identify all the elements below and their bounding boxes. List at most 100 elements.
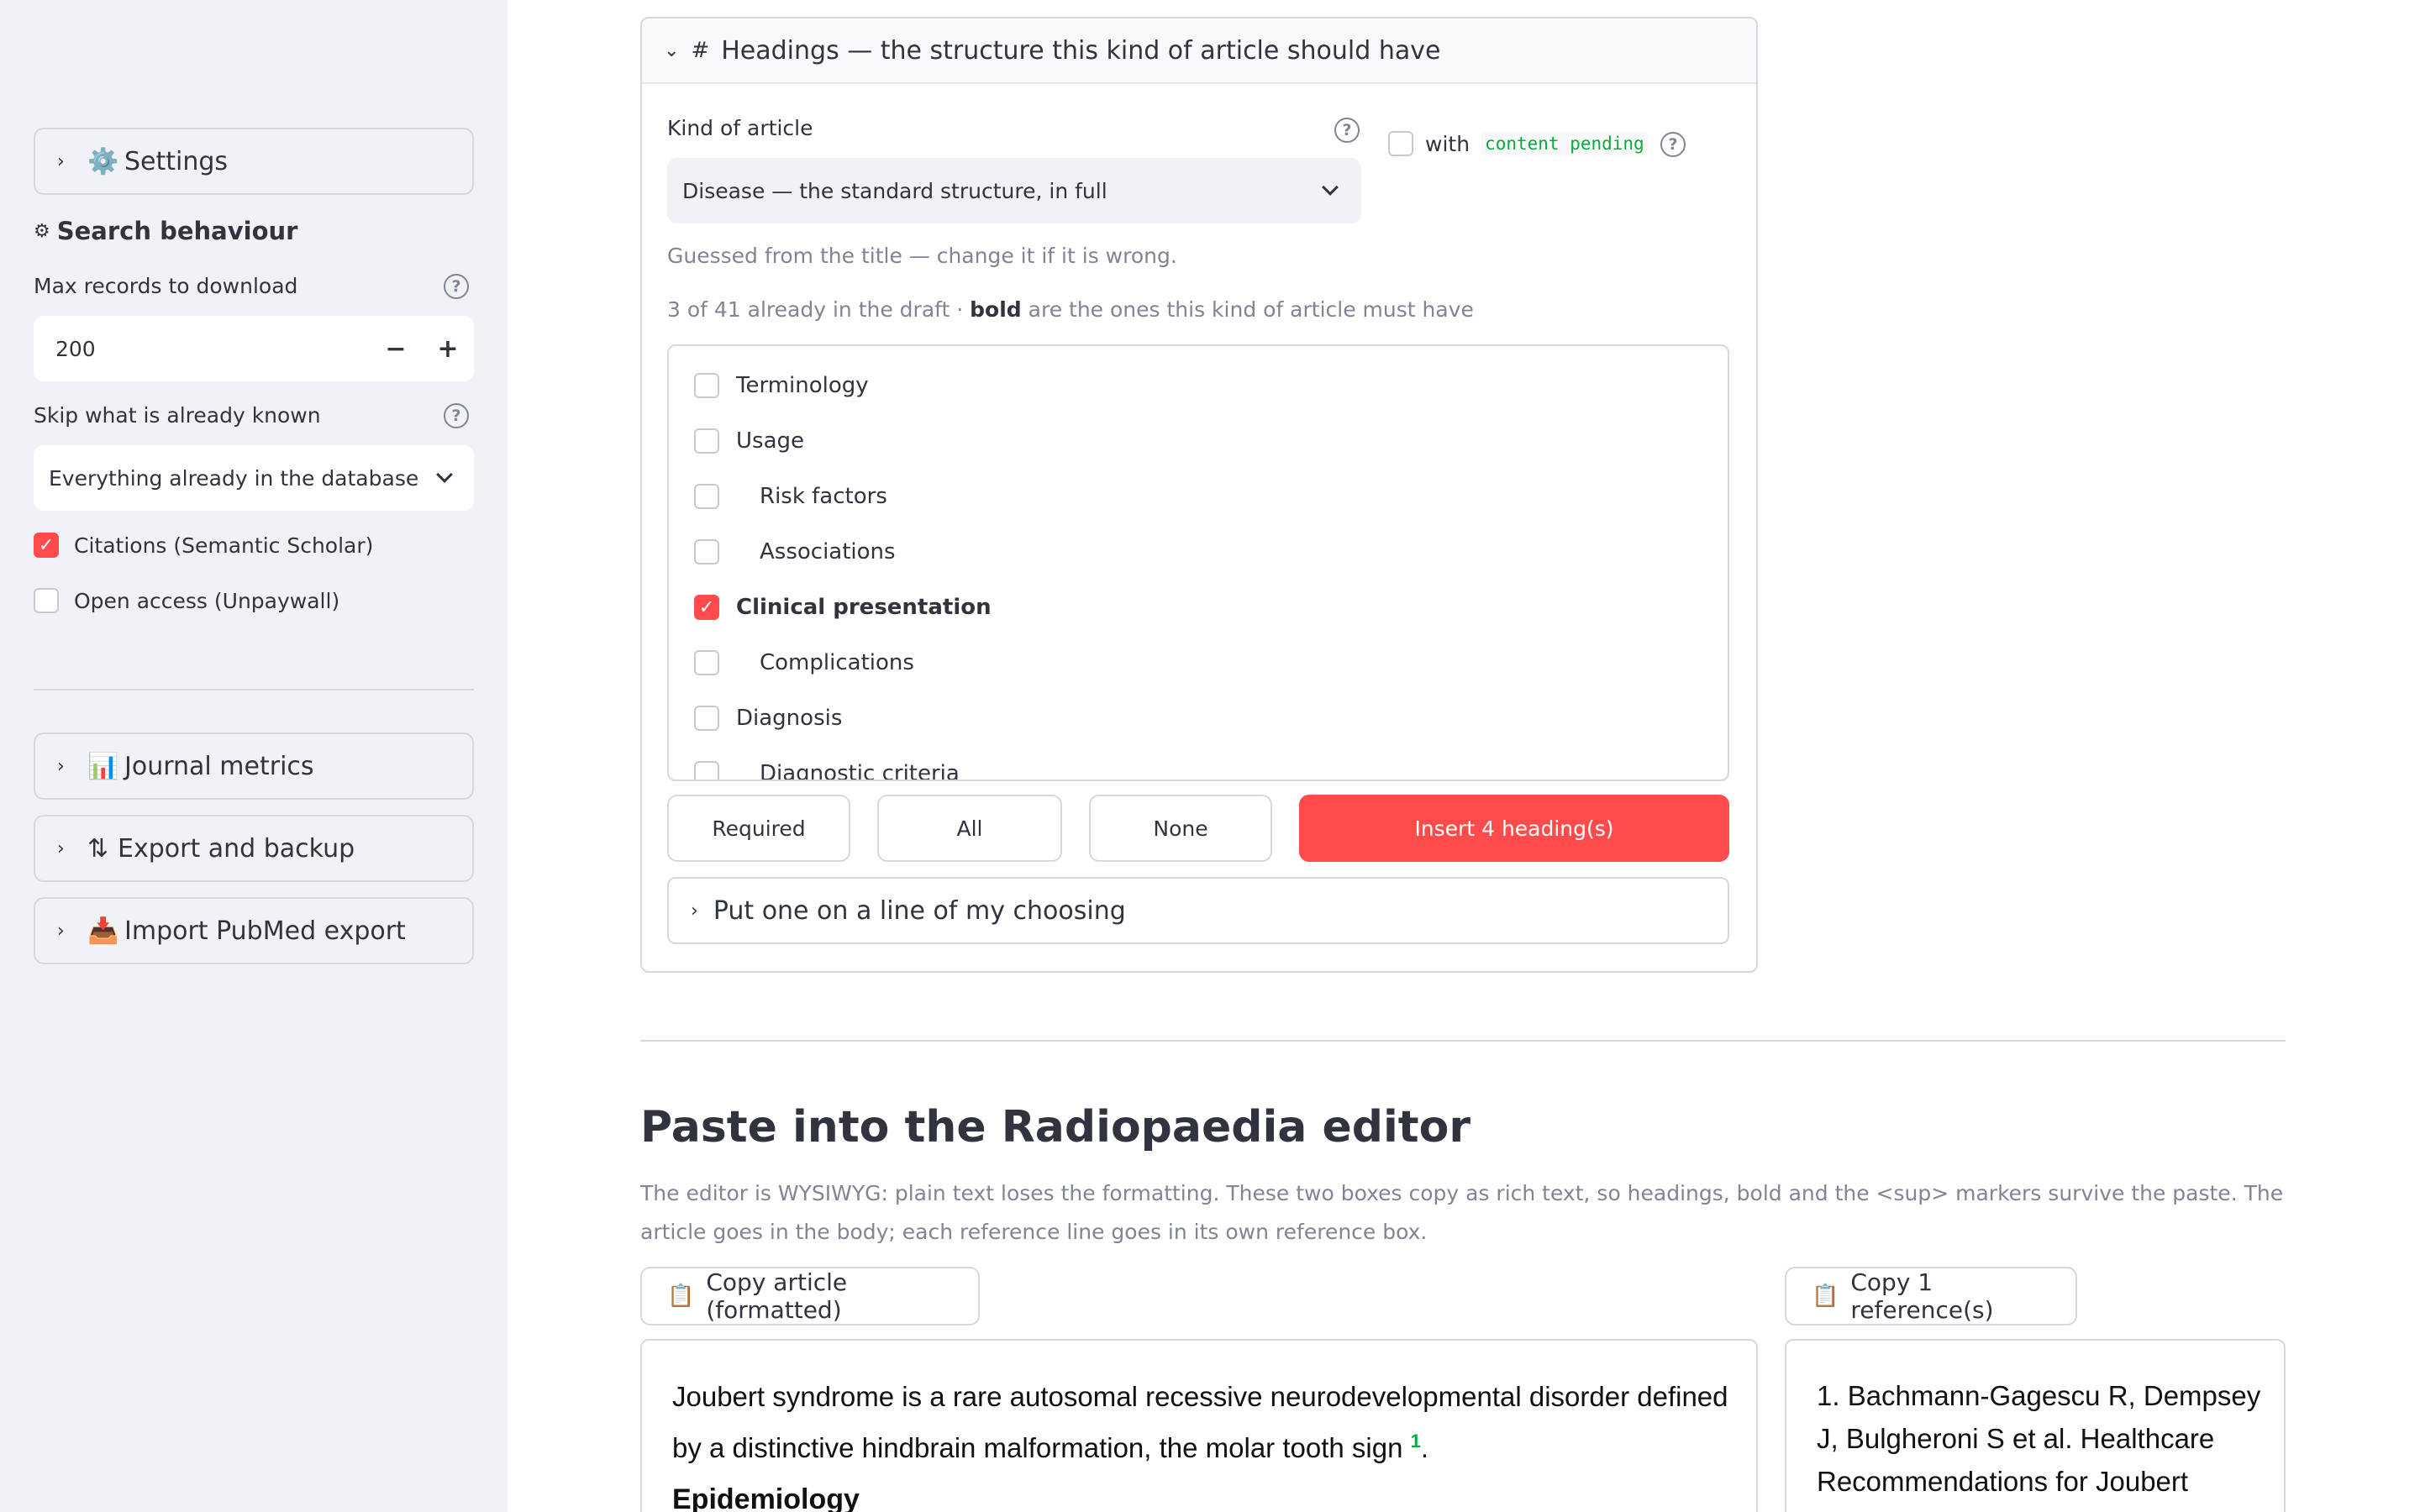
skip-known-label: Skip what is already known [34, 403, 321, 428]
heading-item-terminology[interactable]: Terminology [694, 373, 869, 398]
help-icon[interactable]: ? [444, 274, 469, 299]
copy-article-label: Copy article (formatted) [706, 1268, 848, 1324]
checkbox-icon[interactable] [1388, 131, 1413, 156]
chevron-right-icon: › [57, 150, 65, 172]
heading-item-label: Terminology [736, 373, 869, 398]
clipboard-icon: 📋 [667, 1284, 695, 1309]
journal-metrics-expander[interactable]: › 📊 Journal metrics [34, 732, 474, 800]
article-line: Joubert syndrome is a rare autosomal rec… [672, 1381, 1728, 1412]
heading-item-label: Diagnosis [736, 706, 843, 731]
skip-known-value: Everything already in the database [49, 465, 419, 491]
export-backup-label: Export and backup [118, 833, 355, 864]
all-button[interactable]: All [877, 795, 1062, 862]
max-records-value[interactable]: 200 [55, 337, 370, 361]
skip-known-select[interactable]: Everything already in the database [34, 445, 474, 511]
gear-icon: ⚙ [34, 220, 50, 242]
section-divider [640, 1040, 2286, 1042]
insert-headings-button[interactable]: Insert 4 heading(s) [1299, 795, 1729, 862]
settings-expander[interactable]: › ⚙️ Settings [34, 128, 474, 195]
heading-item-label: Diagnostic criteria [760, 761, 960, 781]
line-choice-label: Put one on a line of my choosing [713, 895, 1126, 926]
kind-of-article-label: Kind of article [667, 116, 813, 140]
checkbox-icon[interactable] [34, 588, 59, 613]
kind-of-article-value: Disease — the standard structure, in ful… [682, 178, 1107, 203]
help-icon[interactable]: ? [444, 403, 469, 428]
required-button[interactable]: Required [667, 795, 850, 862]
none-button[interactable]: None [1089, 795, 1272, 862]
heading-item-risk-factors[interactable]: Risk factors [694, 484, 887, 509]
checkbox-icon[interactable] [694, 706, 719, 731]
reference-preview-text: 1. Bachmann-Gagescu R, Dempsey J, Bulghe… [1817, 1380, 2261, 1512]
chevron-right-icon: › [691, 900, 698, 921]
checkbox-icon[interactable] [694, 650, 719, 675]
heading-item-diagnostic-criteria[interactable]: Diagnostic criteria [694, 761, 960, 781]
chevron-right-icon: › [57, 755, 65, 777]
with-label: with [1425, 131, 1470, 156]
heading-item-associations[interactable]: Associations [694, 539, 896, 564]
guessed-caption: Guessed from the title — change it if it… [667, 244, 1177, 268]
up-down-arrows-icon: ⇅ [87, 833, 109, 864]
paste-section-title: Paste into the Radiopaedia editor [640, 1102, 1471, 1152]
heading-item-diagnosis[interactable]: Diagnosis [694, 706, 842, 731]
line-choice-expander[interactable]: › Put one on a line of my choosing [667, 877, 1729, 944]
checkbox-icon[interactable] [694, 373, 719, 398]
copy-article-button[interactable]: 📋 Copy article (formatted) [640, 1267, 980, 1326]
help-icon[interactable]: ? [1334, 118, 1360, 143]
journal-metrics-label: Journal metrics [124, 751, 314, 781]
heading-item-label: Complications [760, 650, 914, 675]
article-preview-text: Joubert syndrome is a rare autosomal rec… [672, 1374, 1728, 1470]
checkbox-icon[interactable] [694, 761, 719, 780]
chevron-down-icon [436, 466, 453, 483]
chevron-right-icon: › [57, 920, 65, 942]
clipboard-icon: 📋 [1812, 1284, 1839, 1309]
article-line: by a distinctive hindbrain malformation,… [672, 1432, 1403, 1463]
max-records-label: Max records to download [34, 274, 298, 298]
open-access-checkbox[interactable]: Open access (Unpaywall) [34, 588, 339, 613]
chevron-right-icon: › [57, 837, 65, 859]
sidebar-divider [34, 689, 474, 690]
headings-expander-header[interactable]: ⌄ # Headings — the structure this kind o… [642, 18, 1756, 84]
citations-label: Citations (Semantic Scholar) [74, 533, 374, 558]
checkbox-checked-icon[interactable]: ✓ [694, 595, 719, 620]
article-heading: Epidemiology [672, 1483, 860, 1512]
paste-section-description: The editor is WYSIWYG: plain text loses … [640, 1181, 2284, 1244]
heading-item-usage[interactable]: Usage [694, 428, 804, 454]
open-access-label: Open access (Unpaywall) [74, 588, 340, 613]
citations-checkbox[interactable]: ✓ Citations (Semantic Scholar) [34, 533, 373, 558]
decrement-button[interactable]: − [370, 334, 422, 364]
increment-button[interactable]: + [422, 334, 474, 364]
chevron-down-icon [1322, 179, 1339, 196]
heading-item-label: Risk factors [760, 484, 887, 509]
sidebar: › ⚙️ Settings ⚙ Search behaviour Max rec… [0, 0, 508, 1512]
help-icon[interactable]: ? [1660, 132, 1686, 157]
checkbox-icon[interactable] [694, 428, 719, 454]
import-pubmed-expander[interactable]: › 📥 Import PubMed export [34, 897, 474, 964]
citation-marker: 1 [1410, 1431, 1421, 1452]
inbox-tray-icon: 📥 [87, 916, 119, 946]
article-period: . [1420, 1432, 1429, 1463]
chevron-down-icon: ⌄ [664, 39, 680, 61]
headings-checklist[interactable]: Terminology Usage Risk factors Associati… [667, 344, 1729, 781]
article-preview-box[interactable]: Joubert syndrome is a rare autosomal rec… [640, 1339, 1758, 1512]
copy-references-label: Copy 1 reference(s) [1850, 1268, 1994, 1324]
content-pending-code: content pending [1481, 132, 1648, 155]
heading-item-label: Usage [736, 428, 805, 454]
checkbox-icon[interactable] [694, 539, 719, 564]
reference-preview-box[interactable]: 1. Bachmann-Gagescu R, Dempsey J, Bulghe… [1785, 1339, 2286, 1512]
export-backup-expander[interactable]: › ⇅ Export and backup [34, 815, 474, 882]
checkbox-icon[interactable] [694, 484, 719, 509]
search-behaviour-heading: ⚙ Search behaviour [34, 217, 297, 245]
max-records-input[interactable]: 200 − + [34, 316, 474, 381]
gear-icon: ⚙️ [87, 146, 119, 176]
bar-chart-icon: 📊 [87, 751, 119, 781]
content-pending-checkbox[interactable]: with content pending [1388, 131, 1648, 156]
copy-references-button[interactable]: 📋 Copy 1 reference(s) [1785, 1267, 2077, 1326]
kind-of-article-select[interactable]: Disease — the standard structure, in ful… [667, 158, 1361, 223]
hash-icon: # [691, 38, 710, 63]
count-caption-bold: bold [970, 297, 1022, 322]
heading-item-label: Associations [760, 539, 896, 564]
headings-title: Headings — the structure this kind of ar… [721, 35, 1441, 66]
checkbox-checked-icon[interactable]: ✓ [34, 533, 59, 558]
heading-item-clinical-presentation[interactable]: ✓ Clinical presentation [694, 595, 992, 620]
heading-item-complications[interactable]: Complications [694, 650, 914, 675]
